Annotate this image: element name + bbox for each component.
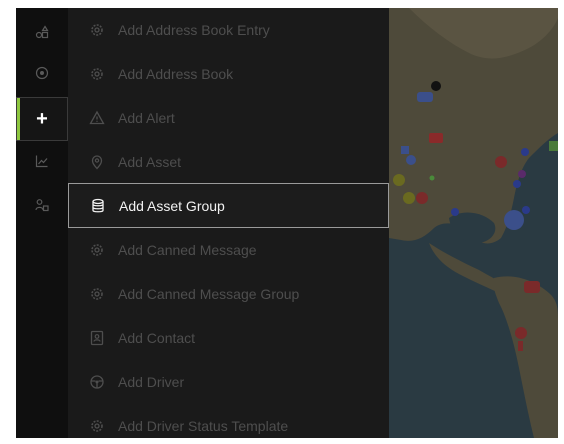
menu-item-add-driver[interactable]: Add Driver xyxy=(68,364,389,400)
plus-icon: + xyxy=(36,108,48,130)
menu-item-label: Add Canned Message xyxy=(118,242,257,258)
icon-rail: + xyxy=(16,8,68,438)
gear-icon xyxy=(88,65,106,83)
database-icon xyxy=(89,197,107,215)
menu-item-label: Add Address Book Entry xyxy=(118,22,270,38)
menu-item-add-contact[interactable]: Add Contact xyxy=(68,320,389,356)
shapes-icon xyxy=(35,24,49,44)
rail-item-chart[interactable] xyxy=(16,141,68,185)
left-margin xyxy=(0,0,16,438)
gear-icon xyxy=(88,417,106,435)
right-margin xyxy=(558,0,564,438)
menu-item-label: Add Driver Status Template xyxy=(118,418,289,434)
menu-item-add-canned-message[interactable]: Add Canned Message xyxy=(68,232,389,268)
location-pin-icon xyxy=(88,153,106,171)
map-canvas xyxy=(389,8,558,438)
menu-item-add-canned-message-group[interactable]: Add Canned Message Group xyxy=(68,276,389,312)
menu-item-label: Add Alert xyxy=(118,110,175,126)
menu-item-label: Add Contact xyxy=(118,330,196,346)
rail-item-shapes[interactable] xyxy=(16,12,68,56)
menu-item-label: Add Canned Message Group xyxy=(118,286,300,302)
menu-item-add-asset-group[interactable]: Add Asset Group xyxy=(68,183,389,228)
gear-icon xyxy=(88,241,106,259)
top-margin xyxy=(0,0,564,8)
gear-icon xyxy=(88,21,106,39)
steering-wheel-icon xyxy=(88,373,106,391)
gear-icon xyxy=(88,285,106,303)
rail-item-add[interactable]: + xyxy=(16,97,68,141)
menu-item-add-asset[interactable]: Add Asset xyxy=(68,144,389,180)
menu-item-add-address-book-entry[interactable]: Add Address Book Entry xyxy=(68,12,389,48)
rail-item-target[interactable] xyxy=(16,53,68,97)
menu-item-label: Add Address Book xyxy=(118,66,234,82)
app-window: + Add Address Book Entry Add Address Boo… xyxy=(0,0,564,438)
menu-item-label: Add Asset Group xyxy=(119,197,225,214)
users-icon xyxy=(35,198,49,217)
menu-item-add-alert[interactable]: Add Alert xyxy=(68,100,389,136)
menu-item-label: Add Driver xyxy=(118,374,185,390)
menu-item-add-driver-status-template[interactable]: Add Driver Status Template xyxy=(68,408,389,444)
menu-item-label: Add Asset xyxy=(118,154,182,170)
chart-icon xyxy=(35,154,49,173)
add-menu: Add Address Book Entry Add Address Book … xyxy=(68,8,389,438)
warning-icon xyxy=(88,109,106,127)
rail-item-users[interactable] xyxy=(16,185,68,229)
target-icon xyxy=(35,66,49,85)
menu-item-add-address-book[interactable]: Add Address Book xyxy=(68,56,389,92)
contact-card-icon xyxy=(88,329,106,347)
map-view[interactable] xyxy=(389,8,558,438)
